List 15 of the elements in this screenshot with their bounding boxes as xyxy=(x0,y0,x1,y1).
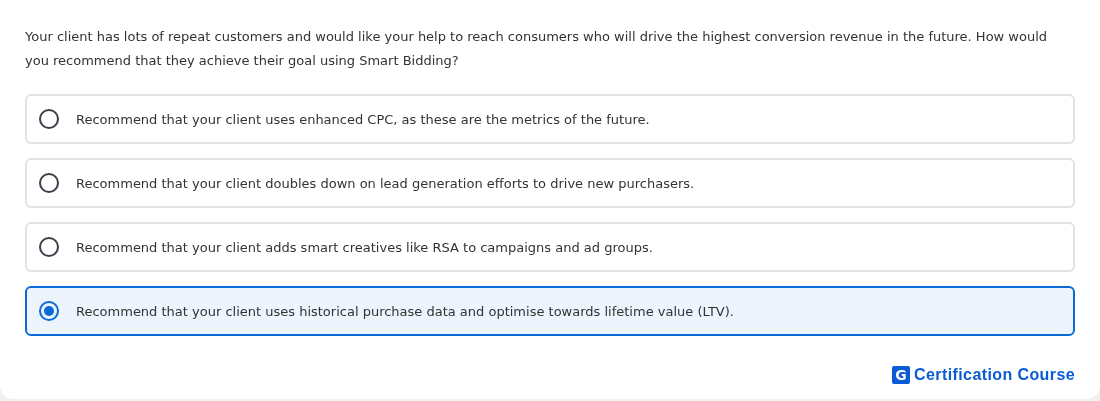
question-text: Your client has lots of repeat customers and would like your help to reach consumers who will drive the highest conversion revenue in the future. How would you recommend that they achieve their goal using Smart Bidding? xyxy=(25,28,1049,70)
option-label: Recommend that your client adds smart creatives like RSA to campaigns and ad groups. xyxy=(76,239,653,255)
answer-option[interactable]: Recommend that your client adds smart creatives like RSA to campaigns and ad groups. xyxy=(25,222,1075,272)
logo-icon: G xyxy=(892,366,911,384)
answer-option[interactable]: Recommend that your client uses enhanced CPC, as these are the metrics of the future. xyxy=(25,94,1075,144)
radio-button[interactable] xyxy=(39,301,59,321)
answer-option[interactable]: Recommend that your client doubles down on lead generation efforts to drive new purchasers. xyxy=(25,158,1075,208)
option-label: Recommend that your client uses enhanced CPC, as these are the metrics of the future. xyxy=(76,111,650,127)
answer-option[interactable]: Recommend that your client uses historical purchase data and optimise towards lifetime value (LTV). xyxy=(25,286,1075,336)
radio-button[interactable] xyxy=(39,237,59,257)
option-label: Recommend that your client doubles down on lead generation efforts to drive new purchasers. xyxy=(76,175,695,191)
brand-name: Certification Course xyxy=(914,366,1075,384)
option-label: Recommend that your client uses historical purchase data and optimise towards lifetime value (LTV). xyxy=(76,303,734,319)
radio-button[interactable] xyxy=(39,173,59,193)
radio-button[interactable] xyxy=(39,109,59,129)
